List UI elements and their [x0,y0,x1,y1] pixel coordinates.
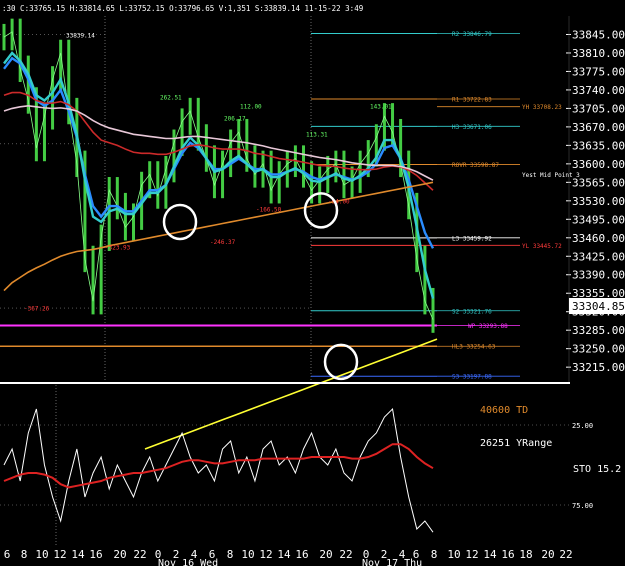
x-tick-label: 8 [227,548,234,561]
price-tick-label: 33845.00 [572,28,625,41]
pivot-label: R1 33722.83 [452,96,492,103]
price-annotation: 112.00 [240,103,262,110]
date-label-wed: Nov 16 Wed [158,558,218,566]
pivot-label: H3 33671.06 [452,124,492,131]
price-annotation: -166.50 [256,206,282,213]
price-annotation: 206.17 [224,116,246,123]
price-annotation: -246.37 [210,239,236,246]
x-tick-label: 16 [89,548,102,561]
price-tick-label: 33670.00 [572,121,625,134]
x-tick-label: 14 [71,548,85,561]
date-label-thu: Nov 17 Thu [362,558,422,566]
price-annotation: 33839.14 [66,33,95,40]
x-tick-label: 10 [35,548,48,561]
price-tick-label: 33740.00 [572,84,625,97]
x-tick-label: 20 [113,548,126,561]
indicator-tick-label: 25.00 [572,422,593,430]
header-text: :30 C:33765.15 H:33814.65 L:33752.15 O:3… [2,4,363,13]
stochastic-line [3,407,434,533]
price-tick-label: 33810.00 [572,47,625,60]
x-tick-label: 22 [339,548,352,561]
x-tick-label: 16 [295,548,308,561]
x-tick-label: 10 [241,548,254,561]
pivot-label: ROVR 33598.87 [452,162,499,169]
x-tick-label: 8 [21,548,28,561]
price-annotation: -323.93 [105,244,131,251]
x-tick-label: 12 [465,548,478,561]
pivot-label: S3 33197.88 [452,374,492,381]
x-tick-label: 12 [259,548,272,561]
x-tick-label: 10 [447,548,460,561]
price-annotation: 262.51 [160,94,182,101]
x-tick-label: 14 [483,548,497,561]
price-tick-label: 33215.00 [572,361,625,374]
price-tick-label: 33705.00 [572,102,625,115]
price-annotation: -367.26 [24,306,50,313]
highlight-circle [162,203,198,241]
pivot-label: L3 33459.92 [452,235,492,242]
indicator-tick-label: 75.00 [572,502,593,510]
td-label: 40600 TD [480,405,528,416]
x-tick-label: 22 [559,548,572,561]
x-tick-label: 6 [4,548,11,561]
plot-layer: R2 33846.79 R1 33722.83 YH 33708.23 H3 3367… [0,16,625,561]
price-tick-label: 33775.00 [572,65,625,78]
sto-label: STO 15.2 [573,464,621,475]
x-tick-label: 22 [133,548,146,561]
price-tick-label: 33635.00 [572,139,625,152]
stock-chart: R2 33846.79 R1 33722.83 YH 33708.23 H3 3367… [0,0,625,566]
price-tick-label: 33285.00 [572,324,625,337]
x-tick-label: 16 [501,548,514,561]
pivot-label: YL 33445.72 [522,243,562,250]
highlight-circle [323,343,359,381]
price-tick-label: 33565.00 [572,176,625,189]
price-tick-label: 33425.00 [572,250,625,263]
price-tick-label: 33495.00 [572,213,625,226]
price-tick-label: 33250.00 [572,343,625,356]
current-price-label: 33304.85 [572,300,625,313]
x-tick-label: 18 [519,548,532,561]
price-annotation: 113.31 [306,131,328,138]
x-tick-label: 20 [541,548,554,561]
pivot-label: WP 33293.88 [468,323,508,330]
price-tick-label: 33390.00 [572,269,625,282]
ma-line [3,181,434,292]
pivot-label: HL3 33254.63 [452,344,496,351]
price-tick-label: 33530.00 [572,195,625,208]
x-tick-label: 12 [53,548,66,561]
price-annotation: 143.01 [370,103,392,110]
pivot-label: R2 33846.79 [452,31,492,38]
ma-line [144,338,438,450]
x-tick-label: 14 [277,548,291,561]
chart-canvas: R2 33846.79 R1 33722.83 YH 33708.23 H3 3367… [0,0,625,566]
pivot-label: S2 33321.76 [452,308,492,315]
price-annotation: -94.00 [328,198,350,205]
yrange-label: 26251 YRange [480,438,552,449]
x-tick-label: 20 [319,548,332,561]
x-tick-label: 8 [431,548,438,561]
pivot-label: YH 33708.23 [522,104,562,111]
price-tick-label: 33600.00 [572,158,625,171]
price-tick-label: 33460.00 [572,232,625,245]
